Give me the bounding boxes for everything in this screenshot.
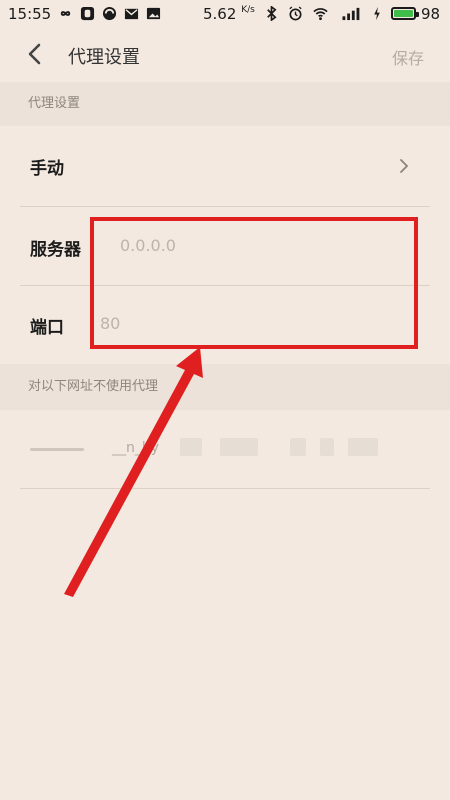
alarm-icon [289, 6, 302, 21]
back-arrow-icon[interactable] [22, 40, 50, 68]
app-circle-icon [102, 6, 117, 21]
chevron-right-icon [400, 159, 409, 173]
proxy-mode-label: 手动 [30, 159, 64, 179]
blurred-url-text [30, 438, 390, 460]
status-time: 15:55 [8, 5, 52, 23]
signal-4g-icon [342, 7, 360, 21]
proxy-mode-row[interactable]: 手动 [0, 126, 450, 206]
network-speed: 5.62 K/s [203, 5, 255, 23]
notification-icon [80, 6, 95, 21]
bypass-section-heading: 对以下网址不使用代理 [0, 364, 450, 410]
port-row: 端口 [0, 286, 450, 364]
app-header: 代理设置 保存 [0, 28, 450, 80]
port-label: 端口 [30, 318, 64, 338]
mail-icon [124, 8, 139, 20]
wifi-icon [313, 8, 328, 21]
infinity-icon [60, 11, 71, 16]
battery-percent: 98 [421, 5, 441, 23]
server-input[interactable] [120, 236, 380, 255]
server-row: 服务器 [0, 207, 450, 285]
charging-icon [374, 6, 380, 21]
port-input[interactable] [100, 314, 380, 333]
image-icon [146, 7, 161, 20]
divider [20, 488, 430, 489]
status-bar: 15:55 5.62 K/s 98 [0, 0, 450, 28]
page-title: 代理设置 [68, 47, 140, 68]
proxy-section-heading: 代理设置 [0, 82, 450, 126]
battery-icon [391, 7, 419, 20]
save-button[interactable]: 保存 [392, 45, 424, 69]
bluetooth-icon [267, 6, 277, 21]
server-label: 服务器 [30, 240, 81, 260]
